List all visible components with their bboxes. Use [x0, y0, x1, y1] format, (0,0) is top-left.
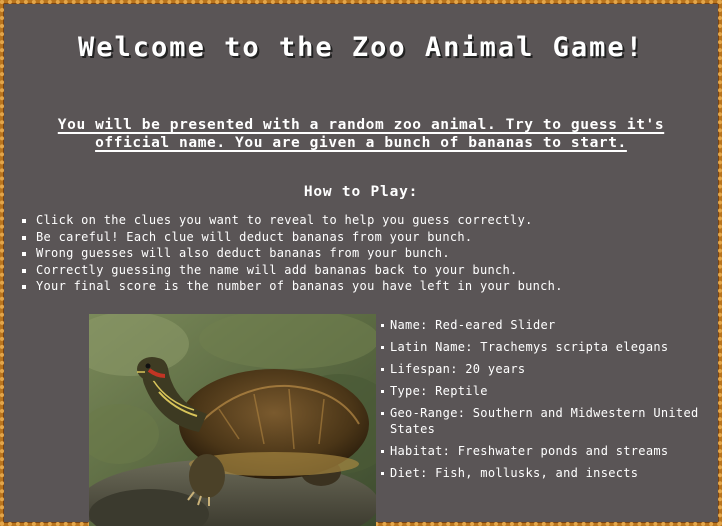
rule-item: Click on the clues you want to reveal to…: [18, 212, 708, 229]
clue-type[interactable]: Type: Reptile: [376, 384, 711, 400]
clue-lifespan[interactable]: Lifespan: 20 years: [376, 362, 711, 378]
animal-photo: [89, 314, 376, 526]
clue-geo-range[interactable]: Geo-Range: Southern and Midwestern Unite…: [376, 406, 711, 437]
how-to-play-heading: How to Play:: [303, 184, 419, 200]
clue-name[interactable]: Name: Red-eared Slider: [376, 318, 711, 334]
rule-item: Wrong guesses will also deduct bananas f…: [18, 245, 708, 262]
rule-item: Correctly guessing the name will add ban…: [18, 262, 708, 279]
clue-habitat[interactable]: Habitat: Freshwater ponds and streams: [376, 444, 711, 460]
game-container: Welcome to the Zoo Animal Game! You will…: [6, 6, 716, 526]
clue-list: Name: Red-eared Slider Latin Name: Trach…: [376, 318, 711, 488]
page-title: Welcome to the Zoo Animal Game!: [78, 32, 644, 63]
intro-text: You will be presented with a random zoo …: [57, 117, 665, 151]
rules-list: Click on the clues you want to reveal to…: [18, 212, 708, 295]
clue-latin-name[interactable]: Latin Name: Trachemys scripta elegans: [376, 340, 711, 356]
rule-item: Your final score is the number of banana…: [18, 278, 708, 295]
clue-diet[interactable]: Diet: Fish, mollusks, and insects: [376, 466, 711, 482]
rule-item: Be careful! Each clue will deduct banana…: [18, 229, 708, 246]
